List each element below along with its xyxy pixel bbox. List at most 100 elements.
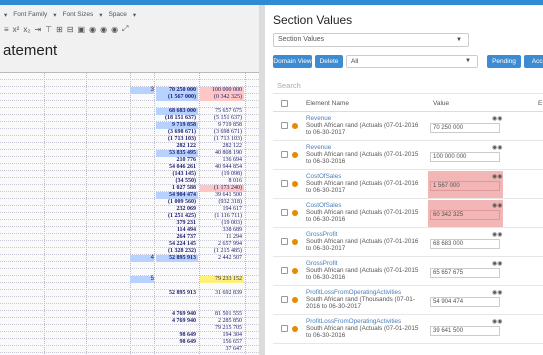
value-field[interactable]: 54 904 474 xyxy=(430,297,500,307)
domain-view-button[interactable]: Domain View xyxy=(273,55,312,68)
value-2016-cell[interactable]: 100 000 000 xyxy=(200,87,244,94)
value-2016-cell[interactable] xyxy=(200,269,244,276)
row-checkbox[interactable] xyxy=(281,238,288,245)
element-name[interactable]: GrossProfit xyxy=(306,231,338,238)
value-2017-cell[interactable]: 52 895 913 xyxy=(156,255,198,262)
value-field[interactable]: 70 250 000 xyxy=(430,123,500,133)
value-field[interactable]: 1 567 000 xyxy=(430,181,500,191)
row-checkbox[interactable] xyxy=(281,122,288,129)
value-2016-cell[interactable]: (1 173 240) xyxy=(200,185,244,192)
pending-button[interactable]: Pending xyxy=(487,55,521,68)
value-2016-cell[interactable]: 81 501 555 xyxy=(200,311,244,318)
row-checkbox[interactable] xyxy=(281,325,288,332)
filter-select[interactable]: All ▼ xyxy=(346,55,478,68)
element-row[interactable]: Revenue South African rand (Actuals (07-0… xyxy=(273,142,543,170)
element-name[interactable]: GrossProfit xyxy=(306,260,338,267)
value-2017-cell[interactable] xyxy=(156,80,198,87)
value-2016-cell[interactable]: 194 304 xyxy=(200,332,244,339)
column-header-element-name[interactable]: Element Name xyxy=(306,100,349,107)
value-2016-cell[interactable]: 39 641 500 xyxy=(200,192,244,199)
value-2017-cell[interactable] xyxy=(156,304,198,311)
list-icon[interactable]: ≡ xyxy=(4,25,9,34)
value-field[interactable]: 68 683 000 xyxy=(430,239,500,249)
value-2017-cell[interactable] xyxy=(156,325,198,332)
eye-icon[interactable]: ◉◉ xyxy=(492,115,502,122)
value-2017-cell[interactable]: (1 713 103) xyxy=(156,136,198,143)
subscript-icon[interactable]: x₂ xyxy=(23,25,30,34)
column-header-extra[interactable]: E xyxy=(538,100,542,107)
expand-icon[interactable]: ⤢ xyxy=(122,24,128,34)
value-2016-cell[interactable] xyxy=(200,80,244,87)
value-2016-cell[interactable]: 75 657 675 xyxy=(200,108,244,115)
value-field[interactable]: 100 000 000 xyxy=(430,152,500,162)
row-checkbox[interactable] xyxy=(281,180,288,187)
font-sizes-dropdown[interactable]: Font Sizes xyxy=(62,11,93,18)
value-2017-cell[interactable]: (18 151 637) xyxy=(156,115,198,122)
value-2016-cell[interactable]: 40 944 854 xyxy=(200,164,244,171)
value-2016-cell[interactable]: (1 116 711) xyxy=(200,213,244,220)
row-checkbox[interactable] xyxy=(281,209,288,216)
font-family-dropdown[interactable]: Font Family xyxy=(13,11,47,18)
value-2017-cell[interactable]: 264 737 xyxy=(156,234,198,241)
value-2016-cell[interactable]: 136 694 xyxy=(200,157,244,164)
value-2017-cell[interactable]: 68 683 000 xyxy=(156,108,198,115)
element-name[interactable]: Revenue xyxy=(306,144,331,151)
value-2016-cell[interactable]: 282 122 xyxy=(200,143,244,150)
value-2017-cell[interactable] xyxy=(156,262,198,269)
element-name[interactable]: ProfitLossFromOperatingActivities xyxy=(306,289,401,296)
value-2017-cell[interactable]: 54 224 145 xyxy=(156,241,198,248)
value-2016-cell[interactable]: (0 342 325) xyxy=(200,94,244,101)
value-2016-cell[interactable]: 156 657 xyxy=(200,339,244,346)
circle-icon[interactable]: ◉ xyxy=(111,25,118,34)
space-dropdown[interactable]: Space xyxy=(108,11,126,18)
value-2017-cell[interactable]: 210 776 xyxy=(156,157,198,164)
row-checkbox[interactable] xyxy=(281,267,288,274)
eye-icon[interactable]: ◉◉ xyxy=(492,173,502,180)
value-2016-cell[interactable] xyxy=(200,283,244,290)
value-2016-cell[interactable]: (3 698 671) xyxy=(200,129,244,136)
indent-icon[interactable]: ⇥ xyxy=(34,25,41,34)
value-2017-cell[interactable]: 114 494 xyxy=(156,227,198,234)
value-2017-cell[interactable]: 1 027 588 xyxy=(156,185,198,192)
value-2017-cell[interactable]: 54 904 474 xyxy=(156,192,198,199)
value-2017-cell[interactable] xyxy=(156,276,198,283)
value-2017-cell[interactable]: 4 769 940 xyxy=(156,311,198,318)
eye-icon[interactable]: ◉◉ xyxy=(492,318,502,325)
value-2017-cell[interactable] xyxy=(156,73,198,80)
value-2017-cell[interactable] xyxy=(156,283,198,290)
value-2017-cell[interactable]: (143 145) xyxy=(156,171,198,178)
chevron-down-icon[interactable]: ▾ xyxy=(133,11,136,19)
value-2017-cell[interactable]: 4 769 940 xyxy=(156,318,198,325)
element-name[interactable]: CostOfSales xyxy=(306,202,341,209)
value-2017-cell[interactable]: 282 122 xyxy=(156,143,198,150)
value-2016-cell[interactable]: (1 215 485) xyxy=(200,248,244,255)
value-2017-cell[interactable]: (1 328 232) xyxy=(156,248,198,255)
element-row[interactable]: CostOfSales South African rand (Actuals (… xyxy=(273,200,543,228)
value-2017-cell[interactable]: (1 251 425) xyxy=(156,213,198,220)
row-checkbox[interactable] xyxy=(281,151,288,158)
value-2017-cell[interactable]: 53 835 495 xyxy=(156,150,198,157)
element-row[interactable]: ProfitLossFromOperatingActivities South A… xyxy=(273,287,543,315)
eye-icon[interactable]: ◉◉ xyxy=(492,202,502,209)
select-all-checkbox[interactable] xyxy=(281,100,288,107)
table-icon[interactable]: ⊟ xyxy=(67,25,74,34)
chevron-down-icon[interactable]: ▾ xyxy=(99,11,102,19)
value-2016-cell[interactable] xyxy=(200,304,244,311)
value-2016-cell[interactable]: 79 233 152 xyxy=(200,276,244,283)
value-2016-cell[interactable]: (932 318) xyxy=(200,199,244,206)
value-2017-cell[interactable] xyxy=(156,346,198,353)
value-2017-cell[interactable]: 379 231 xyxy=(156,220,198,227)
circle-icon[interactable]: ◉ xyxy=(89,25,96,34)
value-2017-cell[interactable]: 54 046 261 xyxy=(156,164,198,171)
value-2016-cell[interactable] xyxy=(200,101,244,108)
value-2016-cell[interactable] xyxy=(200,73,244,80)
eye-icon[interactable]: ◉◉ xyxy=(492,144,502,151)
element-row[interactable]: ProfitLossFromOperatingActivities South A… xyxy=(273,316,543,344)
value-2016-cell[interactable]: 194 617 xyxy=(200,206,244,213)
value-2017-cell[interactable]: (1 009 560) xyxy=(156,199,198,206)
value-2017-cell[interactable]: 232 069 xyxy=(156,206,198,213)
value-2017-cell[interactable]: (3 698 671) xyxy=(156,129,198,136)
value-2016-cell[interactable]: 338 689 xyxy=(200,227,244,234)
eye-icon[interactable]: ◉◉ xyxy=(492,289,502,296)
value-2017-cell[interactable]: 98 649 xyxy=(156,332,198,339)
